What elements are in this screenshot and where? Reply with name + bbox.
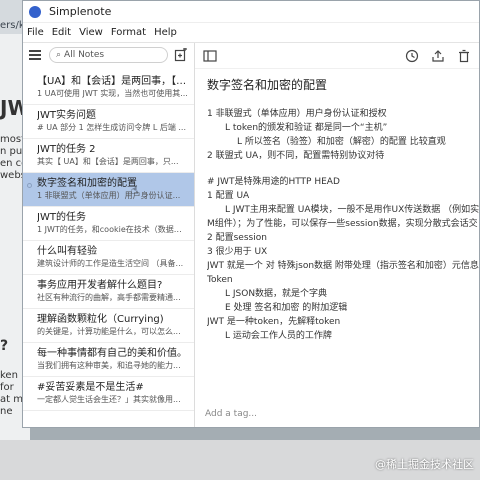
background-text-line: ken: [0, 370, 18, 381]
note-list: 【UA】和【会话】是两回事，【U... 1 UA可使用 JWT 实现，当然也可使…: [23, 71, 194, 427]
note-line: 3 很少用于 UX: [207, 247, 268, 257]
note-preview: 建筑设计师的工作是造生活空间 （具备...: [37, 259, 184, 268]
note-list-item[interactable]: 理解函数颗粒化（Currying) 的关键是，计算功能是什么，可以怎么...: [23, 309, 194, 343]
note-line: E 处理 签名和加密 的附加逻辑: [225, 303, 348, 313]
note-title: 事务应用开发者解什么题目?: [37, 280, 163, 291]
note-preview: 社区有种流行的曲解，高手都需要精通...: [37, 293, 181, 302]
background-question-mark: ?: [0, 338, 9, 354]
menu-file[interactable]: File: [27, 27, 44, 38]
note-list-item-selected[interactable]: 数字签名和加密的配置 1 非联盟式（单体应用）用户身份认证... ☝: [23, 173, 194, 207]
note-title: JWT的任务 2: [37, 144, 96, 155]
note-preview: # UA 部分 1 怎样生成访问令牌 L 后端 ...: [37, 123, 187, 132]
note-list-item[interactable]: 【UA】和【会话】是两回事，【U... 1 UA可使用 JWT 实现，当然也可使…: [23, 71, 194, 105]
list-toolbar: ⌕ All Notes: [23, 43, 194, 67]
background-text-line: at m: [0, 394, 23, 405]
note-title: 数字签名和加密的配置: [37, 178, 137, 189]
note-line: JWT 就是一个 对 特殊json数据 附带处理（指示签名和加密）元信息: [207, 261, 479, 271]
note-title: 什么叫有轻验: [37, 246, 97, 257]
editor-toolbar: [195, 43, 479, 69]
new-note-icon[interactable]: [174, 48, 188, 62]
note-list-item[interactable]: JWT的任务 1 JWT的任务，和cookie在技术（数据载...: [23, 207, 194, 241]
note-line: 1 配置 UA: [207, 191, 250, 201]
menu-bar: File Edit View Format Help: [23, 23, 479, 43]
note-line: L JWT主用来配置 UA模块，一般不是用作UX传送数据 （例如实体: [225, 205, 479, 215]
background-text-line: for: [0, 382, 14, 393]
note-preview: 的关键是，计算功能是什么，可以怎么...: [37, 327, 181, 336]
note-line: L token的颁发和验证 都是同一个“主机”: [225, 123, 388, 133]
search-icon: ⌕: [56, 50, 62, 60]
note-preview: 当我们拥有这种审美，和追寻她的能力...: [37, 361, 181, 370]
note-line: L JSON数据，就是个字典: [225, 289, 328, 299]
note-list-item[interactable]: #妥苦妥素是不是生活# 一定都人觉生话会生还？」其实就像用...: [23, 377, 194, 411]
note-preview: 其实【 UA】和【会话】是两回事，只...: [37, 157, 179, 166]
note-preview: 1 非联盟式（单体应用）用户身份认证...: [37, 191, 181, 200]
note-preview: 1 JWT的任务，和cookie在技术（数据载...: [37, 225, 188, 234]
note-line: 2 联盟式 UA，则不同，配置需特别协议对待: [207, 151, 385, 161]
note-line: M组件）；为了性能，可以保存一些session数据，实现分散式会话交: [207, 219, 478, 229]
note-preview: 1 UA可使用 JWT 实现，当然也可使用其...: [37, 89, 188, 98]
menu-edit[interactable]: Edit: [52, 27, 71, 38]
menu-format[interactable]: Format: [111, 27, 146, 38]
note-title: 每一种事情都有自己的美和价值。: [37, 348, 187, 359]
note-blank-line: [207, 163, 479, 175]
title-bar: Simplenote: [23, 1, 479, 23]
note-title: #妥苦妥素是不是生活#: [37, 382, 144, 393]
note-list-pane: ⌕ All Notes 【UA】和【会话】是两回事，【U... 1 UA可使用 …: [23, 43, 195, 427]
note-title: JWT实务问题: [37, 110, 96, 121]
note-line: 1 非联盟式（单体应用）用户身份认证和授权: [207, 109, 387, 119]
note-line: JWT 是一种token，先解释token: [207, 317, 341, 327]
note-heading: 数字签名和加密的配置: [207, 78, 328, 92]
note-list-item[interactable]: 每一种事情都有自己的美和价值。 当我们拥有这种审美，和追寻她的能力...: [23, 343, 194, 377]
note-title: 理解函数颗粒化（Currying): [37, 314, 164, 325]
note-line: L 所以签名（验签）和加密（解密）的配置 比较直观: [237, 137, 446, 147]
note-title: 【UA】和【会话】是两回事，【U...: [37, 76, 188, 87]
note-list-item[interactable]: JWT实务问题 # UA 部分 1 怎样生成访问令牌 L 后端 ...: [23, 105, 194, 139]
window-title: Simplenote: [49, 5, 112, 18]
note-editor[interactable]: 数字签名和加密的配置 1 非联盟式（单体应用）用户身份认证和授权 L token…: [207, 77, 479, 407]
search-placeholder: All Notes: [64, 50, 105, 60]
editor-pane: 数字签名和加密的配置 1 非联盟式（单体应用）用户身份认证和授权 L token…: [195, 43, 479, 427]
note-list-item[interactable]: 事务应用开发者解什么题目? 社区有种流行的曲解，高手都需要精通...: [23, 275, 194, 309]
trash-icon[interactable]: [457, 49, 471, 63]
note-list-item[interactable]: 什么叫有轻验 建筑设计师的工作是造生活空间 （具备...: [23, 241, 194, 275]
search-input[interactable]: ⌕ All Notes: [49, 47, 168, 63]
note-list-item[interactable]: JWT的任务 2 其实【 UA】和【会话】是两回事，只...: [23, 139, 194, 173]
note-line: Token: [207, 275, 233, 285]
note-line: 2 配置session: [207, 233, 267, 243]
menu-help[interactable]: Help: [154, 27, 177, 38]
menu-hamburger-icon[interactable]: [29, 50, 43, 60]
watermark: @稀土掘金技术社区: [375, 458, 474, 471]
pin-icon[interactable]: [27, 183, 32, 188]
tag-input[interactable]: Add a tag...: [205, 409, 257, 419]
history-icon[interactable]: [405, 49, 419, 63]
note-preview: 一定都人觉生话会生还？」其实就像用...: [37, 395, 181, 404]
share-icon[interactable]: [431, 49, 445, 63]
toggle-sidebar-icon[interactable]: [203, 49, 217, 63]
menu-view[interactable]: View: [79, 27, 103, 38]
note-line: # JWT是特殊用途的HTTP HEAD: [207, 177, 340, 187]
note-line: L 运动会工作人员的工作牌: [225, 331, 332, 341]
simplenote-logo-icon: [29, 5, 41, 18]
mouse-cursor-icon: ☝: [131, 183, 139, 197]
simplenote-window: Simplenote File Edit View Format Help ⌕ …: [22, 0, 480, 428]
note-title: JWT的任务: [37, 212, 86, 223]
background-text-line: ne: [0, 406, 13, 417]
